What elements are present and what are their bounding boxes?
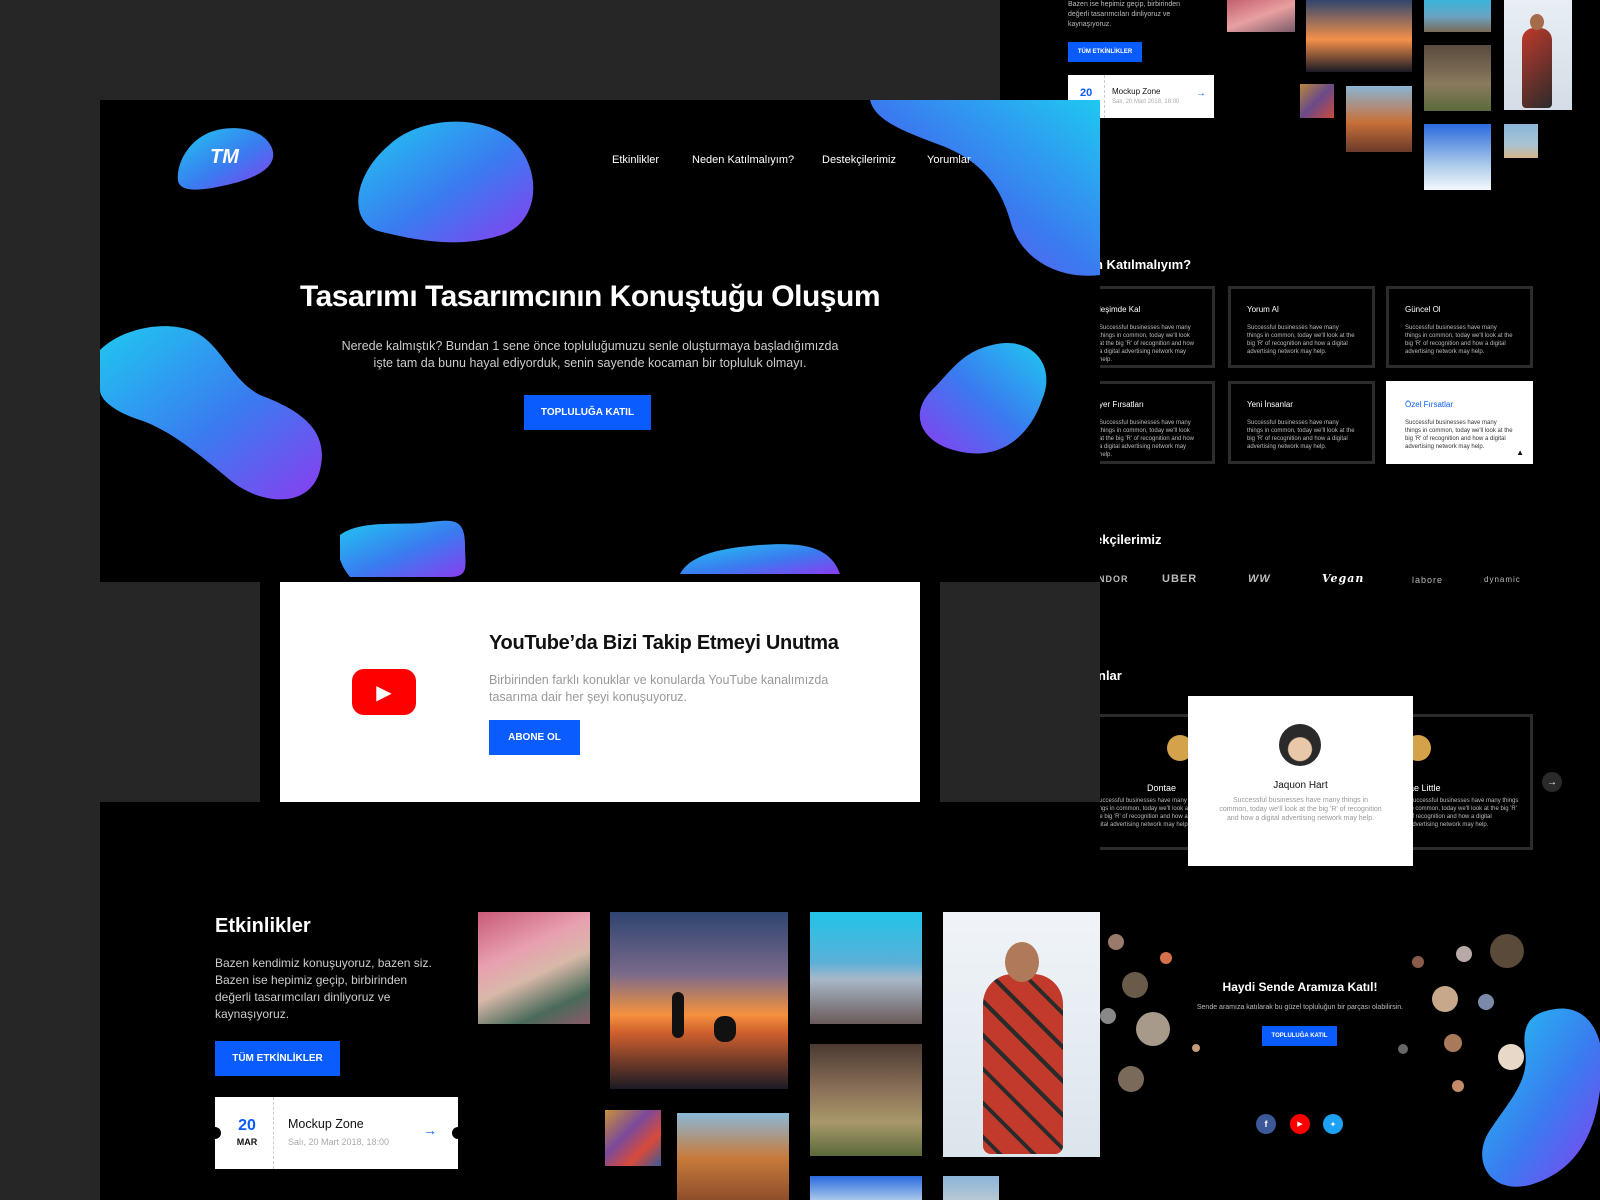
photo-sunset-small	[1306, 0, 1412, 72]
events-title: Etkinlikler	[215, 915, 311, 937]
avatar	[1136, 1012, 1170, 1046]
photo-palm	[943, 1176, 999, 1200]
photo-sea-small	[1424, 0, 1491, 32]
why-card-1[interactable]: leşimde Kal Successful businesses have ma…	[1080, 286, 1215, 368]
avatar	[1432, 986, 1458, 1012]
join-community-button-small[interactable]: TOPLULUĞA KATIL	[1262, 1026, 1337, 1046]
sponsor-logo-ndor: NDOR	[1098, 574, 1129, 584]
main-page: TM Etkinlikler Neden Katılmalıyım? Deste…	[100, 100, 1100, 1200]
photo-rocks	[677, 1113, 789, 1200]
review-card-center[interactable]: Jaquon Hart Successful businesses have m…	[1188, 696, 1413, 866]
review-text: Successful businesses have many things i…	[1219, 797, 1382, 822]
why-card-6-active[interactable]: Özel Fırsatlar Successful businesses have…	[1386, 381, 1533, 464]
carousel-side-right	[940, 582, 1100, 802]
sponsor-logo-vegan: Vegan	[1322, 572, 1365, 585]
all-events-button[interactable]: TÜM ETKİNLİKLER	[215, 1041, 340, 1076]
twitter-icon[interactable]: ✦	[1323, 1114, 1343, 1134]
hero-subtitle: Nerede kalmıştık? Bundan 1 sene önce top…	[341, 339, 839, 370]
ticket-name: Mockup Zone	[1112, 87, 1161, 96]
photo-market	[605, 1110, 661, 1166]
reviews-title: nlar	[1098, 668, 1122, 683]
avatar	[1452, 1080, 1464, 1092]
why-card-3[interactable]: Güncel Ol Successful businesses have many…	[1386, 286, 1533, 368]
hero-title: Tasarımı Tasarımcının Konuştuğu Oluşum	[300, 280, 881, 313]
why-title: n Katılmalıyım?	[1095, 257, 1192, 272]
decorative-blob	[358, 121, 534, 243]
nav-item-etkinlikler[interactable]: Etkinlikler	[612, 154, 659, 166]
photo-sunset	[610, 912, 788, 1089]
why-card-2[interactable]: Yorum Al Successful businesses have many …	[1228, 286, 1375, 368]
nav-item-neden-katilmaliyim[interactable]: Neden Katılmalıyım?	[692, 154, 794, 166]
ticket-month: MAR	[236, 1137, 258, 1147]
avatar	[1412, 956, 1424, 968]
photo-palm-small	[1504, 124, 1538, 158]
ticket-date: Salı, 20 Mart 2018, 18:00	[1112, 99, 1180, 105]
sponsor-logo-uber: UBER	[1162, 573, 1198, 585]
photo-beach	[478, 912, 590, 1024]
ticket-date: Salı, 20 Mart 2018, 18:00	[288, 1137, 390, 1147]
review-card-right[interactable]: ae Little Successful businesses have man…	[1400, 714, 1533, 850]
facebook-icon[interactable]: f	[1256, 1114, 1276, 1134]
decorative-blob	[340, 520, 466, 577]
ticket-name: Mockup Zone	[288, 1117, 364, 1131]
nav-item-yorumlar[interactable]: Yorumlar	[927, 154, 971, 166]
decorative-blob	[1482, 1008, 1600, 1187]
reviewer-name: Jaquon Hart	[1273, 780, 1328, 791]
photo-snow-tree	[810, 1176, 922, 1200]
avatar	[1108, 934, 1124, 950]
cursor-icon: ▲	[1516, 448, 1524, 457]
events-desc-snippet: Bazen ise hepimiz geçip, birbirinden değ…	[1068, 1, 1181, 28]
youtube-icon[interactable]: ▶	[1290, 1114, 1310, 1134]
event-ticket[interactable]: 20 MAR Mockup Zone Salı, 20 Mart 2018, 1…	[209, 1097, 464, 1169]
logo-text: TM	[210, 146, 239, 168]
ticket-day: 20	[1080, 87, 1093, 99]
all-events-button-small[interactable]: TÜM ETKİNLİKLER	[1068, 42, 1142, 62]
sponsor-logo-ww: WW	[1248, 573, 1271, 585]
subscribe-button[interactable]: ABONE OL	[489, 720, 580, 755]
decorative-blob	[870, 100, 1100, 276]
avatar	[1279, 724, 1321, 766]
photo-woman-blanket	[943, 912, 1100, 1157]
nav-item-destekcilerimiz[interactable]: Destekçilerimiz	[822, 154, 896, 166]
avatar	[1122, 972, 1148, 998]
youtube-logo-icon: ▶	[352, 669, 416, 715]
photo-market-small	[1300, 84, 1334, 118]
arrow-right-icon[interactable]: →	[1196, 88, 1206, 99]
avatar	[1456, 946, 1472, 962]
photo-cabin	[810, 1044, 922, 1156]
photo-woman-small	[1504, 0, 1572, 110]
youtube-card: ▶ YouTube’da Bizi Takip Etmeyi Unutma Bi…	[280, 582, 920, 802]
avatar	[1118, 1066, 1144, 1092]
carousel-side-left	[100, 582, 260, 802]
avatar	[1398, 1044, 1408, 1054]
ticket-day: 20	[238, 1117, 256, 1134]
join-community-button[interactable]: TOPLULUĞA KATIL	[524, 395, 651, 430]
sponsor-logo-labore: labore	[1412, 575, 1444, 585]
photo-rocks-small	[1346, 86, 1412, 152]
photo-snowtree-small	[1424, 124, 1491, 190]
why-card-5[interactable]: Yeni İnsanlar Successful businesses have …	[1228, 381, 1375, 464]
photo-sea	[810, 912, 922, 1024]
avatar	[1100, 1008, 1116, 1024]
avatar	[1444, 1034, 1462, 1052]
avatar	[1192, 1044, 1200, 1052]
avatar	[1490, 934, 1524, 968]
why-card-4[interactable]: yer Fırsatları Successful businesses have…	[1080, 381, 1215, 464]
photo-cabin-small	[1424, 45, 1491, 111]
events-desc: Bazen kendimiz konuşuyoruz, bazen siz. B…	[215, 956, 432, 1021]
youtube-title: YouTube’da Bizi Takip Etmeyi Unutma	[489, 632, 839, 654]
decorative-blob	[680, 544, 840, 574]
sponsor-logo-dynamic: dynamic	[1484, 575, 1521, 584]
avatar	[1160, 952, 1172, 964]
arrow-right-icon[interactable]: →	[423, 1122, 437, 1138]
youtube-text: Birbirinden farklı konuklar ve konularda…	[489, 673, 829, 704]
carousel-next-button[interactable]: →	[1542, 772, 1562, 792]
photo-beach-small	[1227, 0, 1295, 32]
sponsors-title: ekçilerimiz	[1095, 532, 1162, 547]
